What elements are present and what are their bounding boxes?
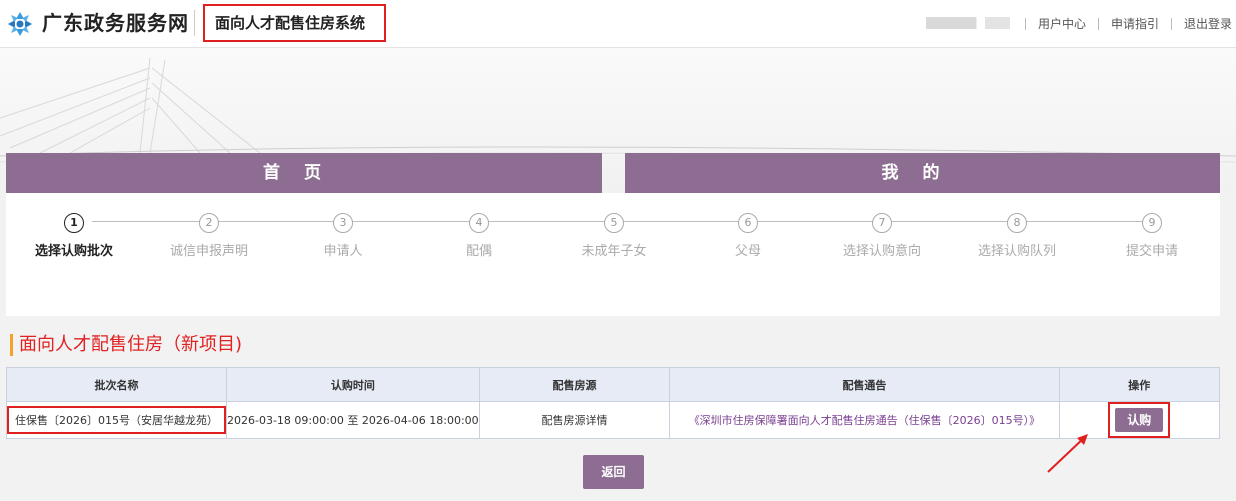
link-divider bbox=[1170, 17, 1172, 30]
step-label: 父母 bbox=[734, 244, 761, 259]
batch-table: 批次名称 认购时间 配售房源 配售通告 操作 住保售〔2026〕015号（安居华… bbox=[6, 367, 1221, 439]
batch-name: 住保售〔2026〕015号（安居华越龙苑） bbox=[7, 406, 226, 434]
step-number: 6 bbox=[738, 213, 758, 233]
user-center-link[interactable]: 用户中心 bbox=[1038, 15, 1086, 32]
step-number: 9 bbox=[1142, 213, 1162, 233]
step-parents: 6 父母 bbox=[678, 211, 818, 259]
step-integrity-declaration: 2 诚信申报声明 bbox=[139, 211, 279, 259]
batch-name-cell: 住保售〔2026〕015号（安居华越龙苑） bbox=[6, 401, 227, 439]
step-purchase-intent: 7 选择认购意向 bbox=[812, 211, 952, 259]
step-spouse: 4 配偶 bbox=[409, 211, 549, 259]
step-number: 5 bbox=[604, 213, 624, 233]
application-guide-link[interactable]: 申请指引 bbox=[1111, 15, 1159, 32]
tab-home[interactable]: 首页 bbox=[6, 153, 602, 193]
top-header: 广东政务服务网 面向人才配售住房系统 用户中心 申请指引 退出登录 bbox=[0, 0, 1236, 48]
link-divider bbox=[1097, 17, 1099, 30]
step-label: 选择认购意向 bbox=[842, 244, 921, 259]
notice-link[interactable]: 《深圳市住房保障署面向人才配售住房通告（住保售〔2026〕015号）》 bbox=[669, 401, 1060, 439]
step-submit-application: 9 提交申请 bbox=[1082, 211, 1222, 259]
step-minor-children: 5 未成年子女 bbox=[544, 211, 684, 259]
column-header-housing-source: 配售房源 bbox=[478, 367, 671, 402]
brand-divider bbox=[194, 10, 195, 36]
table-row: 住保售〔2026〕015号（安居华越龙苑） 2026-03-18 09:00:0… bbox=[6, 401, 1221, 439]
annotation-arrow-icon bbox=[1047, 434, 1088, 473]
section-title: 面向人才配售住房（新项目) bbox=[10, 334, 242, 356]
housing-source-link[interactable]: 配售房源详情 bbox=[478, 401, 671, 439]
step-purchase-queue: 8 选择认购队列 bbox=[947, 211, 1087, 259]
step-number: 8 bbox=[1007, 213, 1027, 233]
step-label: 选择认购队列 bbox=[977, 244, 1056, 259]
step-label: 诚信申报声明 bbox=[169, 244, 248, 259]
step-number: 4 bbox=[469, 213, 489, 233]
step-number: 3 bbox=[333, 213, 353, 233]
back-button[interactable]: 返回 bbox=[583, 455, 644, 489]
column-header-action: 操作 bbox=[1058, 367, 1221, 402]
column-header-subscription-time: 认购时间 bbox=[226, 367, 480, 402]
subscription-time-cell: 2026-03-18 09:00:00 至 2026-04-06 18:00:0… bbox=[226, 401, 480, 439]
top-links: 用户中心 申请指引 退出登录 bbox=[1024, 15, 1232, 32]
step-label: 申请人 bbox=[323, 244, 363, 259]
step-number: 2 bbox=[199, 213, 219, 233]
step-number: 7 bbox=[872, 213, 892, 233]
masked-username bbox=[926, 17, 1010, 29]
site-logo-icon bbox=[8, 12, 32, 36]
column-header-batch-name: 批次名称 bbox=[6, 367, 227, 402]
step-applicant: 3 申请人 bbox=[273, 211, 413, 259]
step-select-batch: 1 选择认购批次 bbox=[4, 211, 144, 259]
column-header-notice: 配售通告 bbox=[669, 367, 1060, 402]
brand-name[interactable]: 广东政务服务网 bbox=[42, 9, 189, 37]
subscribe-button[interactable]: 认购 bbox=[1115, 408, 1164, 432]
step-label: 选择认购批次 bbox=[34, 244, 113, 259]
tab-mine[interactable]: 我的 bbox=[625, 153, 1220, 193]
step-label: 未成年子女 bbox=[581, 244, 647, 259]
link-divider bbox=[1024, 17, 1026, 30]
step-label: 配偶 bbox=[465, 244, 492, 259]
table-header-row: 批次名称 认购时间 配售房源 配售通告 操作 bbox=[6, 367, 1221, 402]
step-number: 1 bbox=[64, 213, 84, 233]
step-label: 提交申请 bbox=[1125, 244, 1178, 259]
logout-link[interactable]: 退出登录 bbox=[1184, 15, 1232, 32]
buy-button-highlight: 认购 bbox=[1108, 402, 1171, 438]
system-title[interactable]: 面向人才配售住房系统 bbox=[203, 4, 386, 42]
